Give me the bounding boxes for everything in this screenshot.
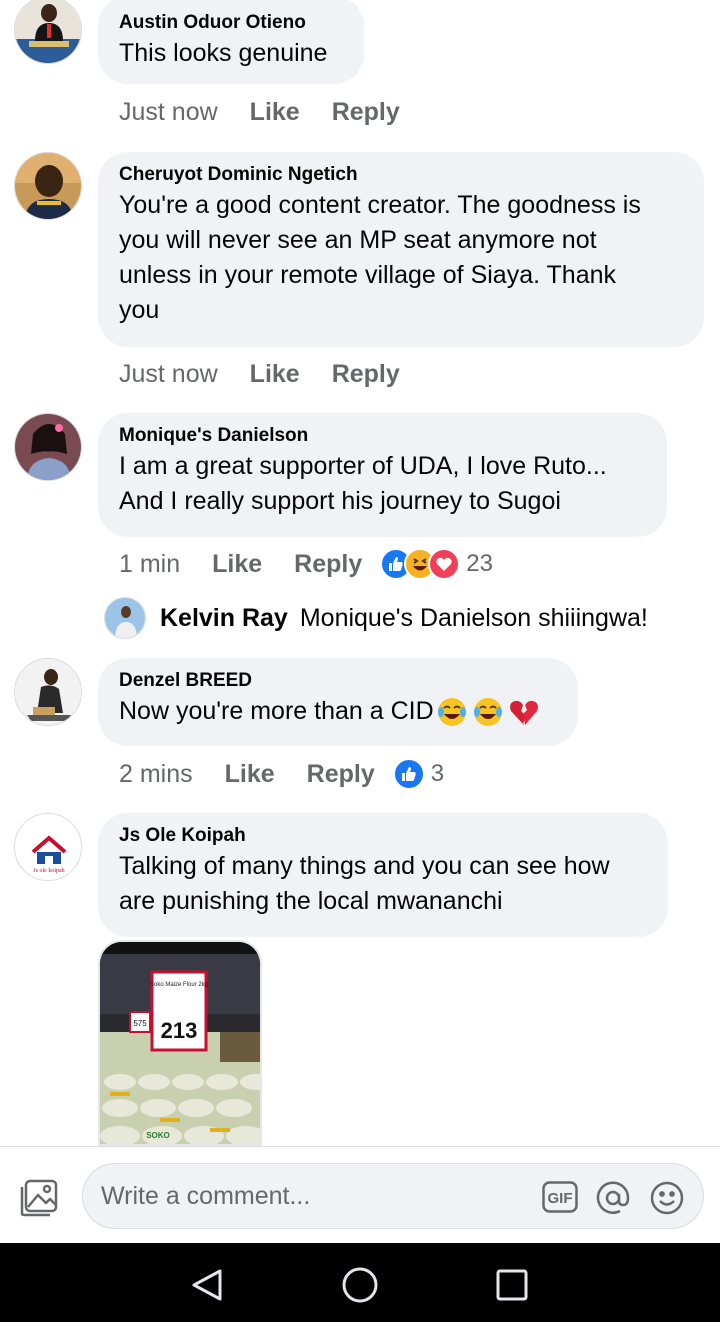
comment-text: I am a great supporter of UDA, I love Ru… [119,449,646,519]
reply-preview[interactable]: Kelvin Ray Monique's Danielson shiiingwa… [104,596,648,640]
comment-author[interactable]: Denzel BREED [119,670,557,692]
mention-icon[interactable] [596,1181,630,1214]
comment-bubble: Austin Oduor Otieno This looks genuine [98,0,364,84]
reply-text: Monique's Danielson shiiingwa! [299,603,648,632]
avatar[interactable] [14,658,82,726]
gif-icon-label: GIF [548,1190,573,1207]
comment-time[interactable]: Just now [119,360,218,389]
like-reaction-icon [392,758,425,790]
reaction-summary[interactable]: 3 [392,758,445,790]
comment-actions: 1 min Like Reply 23 [119,548,493,580]
back-icon[interactable] [188,1265,228,1305]
reaction-count: 23 [466,550,493,577]
comment-photo[interactable]: Soko Maize Flour 2kg 213 575 SOKO [98,940,262,1146]
comment-author[interactable]: Js Ole Koipah [119,825,647,847]
comment-bubble: Cheruyot Dominic Ngetich You're a good c… [98,152,704,347]
comment-text-line: you [119,296,160,324]
reply-button[interactable]: Reply [332,360,400,389]
gif-icon[interactable]: GIF [542,1181,578,1213]
reply-button[interactable]: Reply [294,550,362,579]
avatar[interactable] [14,0,82,64]
comment-text: Talking of many things and you can see h… [119,849,647,919]
tears-of-joy-emoji-icon [436,696,468,728]
reaction-count: 3 [430,760,445,787]
photo-side-tag: 575 [133,1019,147,1028]
comment-actions: Just now Like Reply [119,358,432,390]
like-button[interactable]: Like [225,760,275,789]
photo-bag-brand: SOKO [146,1131,170,1140]
reply-button[interactable]: Reply [332,98,400,127]
emoji-icon[interactable] [650,1181,684,1215]
comment-text: Now you're more than a CID [119,694,557,729]
comment-time[interactable]: 1 min [119,550,180,579]
comment-bubble: Js Ole Koipah Talking of many things and… [98,813,668,937]
comment-author[interactable]: Monique's Danielson [119,425,646,447]
avatar[interactable] [14,152,82,220]
android-nav-bar [0,1243,720,1322]
comment-time[interactable]: Just now [119,98,218,127]
comment-author[interactable]: Cheruyot Dominic Ngetich [119,164,683,186]
like-button[interactable]: Like [212,550,262,579]
gallery-icon[interactable] [20,1177,60,1217]
comment-text: You're a good content creator. The goodn… [119,188,683,328]
reply-button[interactable]: Reply [307,760,375,789]
koipah-logo-text: Js ole koipah [33,868,64,874]
avatar[interactable] [14,413,82,481]
photo-price-tag: 213 [161,1018,198,1043]
avatar[interactable]: Js ole koipah [14,813,82,881]
comment-text: This looks genuine [119,39,328,67]
photo-label: Soko Maize Flour 2kg [150,982,208,988]
recents-icon[interactable] [492,1265,532,1305]
like-button[interactable]: Like [250,98,300,127]
comment-composer: GIF [0,1146,720,1243]
comment-bubble: Denzel BREED Now you're more than a CID [98,658,578,746]
avatar[interactable] [104,597,146,639]
comment-text-line: Talking of many things and you can see h… [119,852,610,880]
comment-author[interactable]: Austin Oduor Otieno [119,12,343,34]
comment-text-line: unless in your remote village of Siaya. … [119,261,617,289]
comment-time[interactable]: 2 mins [119,760,193,789]
comment-text-line: you will never see an MP seat anymore no… [119,226,597,254]
comment-actions: Just now Like Reply [119,96,432,128]
comment-actions: 2 mins Like Reply 3 [119,758,444,790]
comment-text-line: And I really support his journey to Sugo… [119,487,561,515]
reply-author[interactable]: Kelvin Ray [160,604,288,633]
comment-text-line: I am a great supporter of UDA, I love Ru… [119,452,607,480]
broken-heart-emoji-icon [508,696,540,728]
reaction-summary[interactable]: 23 [380,548,493,580]
comment-text-content: Now you're more than a CID [119,697,434,725]
love-reaction-icon [428,548,461,580]
comment-bubble: Monique's Danielson I am a great support… [98,413,667,537]
tears-of-joy-emoji-icon [472,696,504,728]
comment-text-line: You're a good content creator. The goodn… [119,191,641,219]
home-icon[interactable] [340,1265,380,1305]
comment-text-line: are punishing the local mwananchi [119,887,503,915]
like-button[interactable]: Like [250,360,300,389]
